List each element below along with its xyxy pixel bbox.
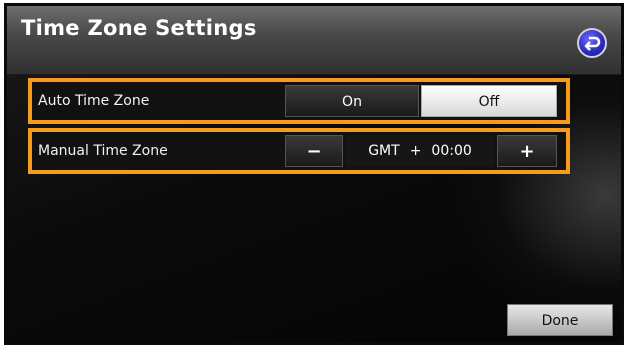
auto-time-zone-on-button[interactable]: On xyxy=(285,85,419,117)
manual-time-zone-label: Manual Time Zone xyxy=(38,143,168,159)
manual-time-zone-row: Manual Time Zone − GMT + 00:00 + xyxy=(28,128,570,174)
done-button[interactable]: Done xyxy=(507,304,613,336)
gmt-label: GMT xyxy=(368,143,400,159)
back-arrow-icon xyxy=(584,36,601,51)
increase-offset-button[interactable]: + xyxy=(497,135,557,167)
decrease-offset-button[interactable]: − xyxy=(285,135,343,167)
header-bar: Time Zone Settings xyxy=(7,6,621,75)
gmt-sign: + xyxy=(409,143,422,159)
back-button[interactable] xyxy=(577,28,607,58)
auto-time-zone-label: Auto Time Zone xyxy=(38,93,150,109)
gmt-offset-display: GMT + 00:00 xyxy=(345,135,495,167)
gmt-offset-value: 00:00 xyxy=(431,143,472,159)
time-zone-settings-screen: Time Zone Settings Auto Time Zone On Off… xyxy=(4,3,624,345)
page-title: Time Zone Settings xyxy=(21,16,257,40)
auto-time-zone-row: Auto Time Zone On Off xyxy=(28,78,570,124)
auto-time-zone-off-button[interactable]: Off xyxy=(421,85,557,117)
